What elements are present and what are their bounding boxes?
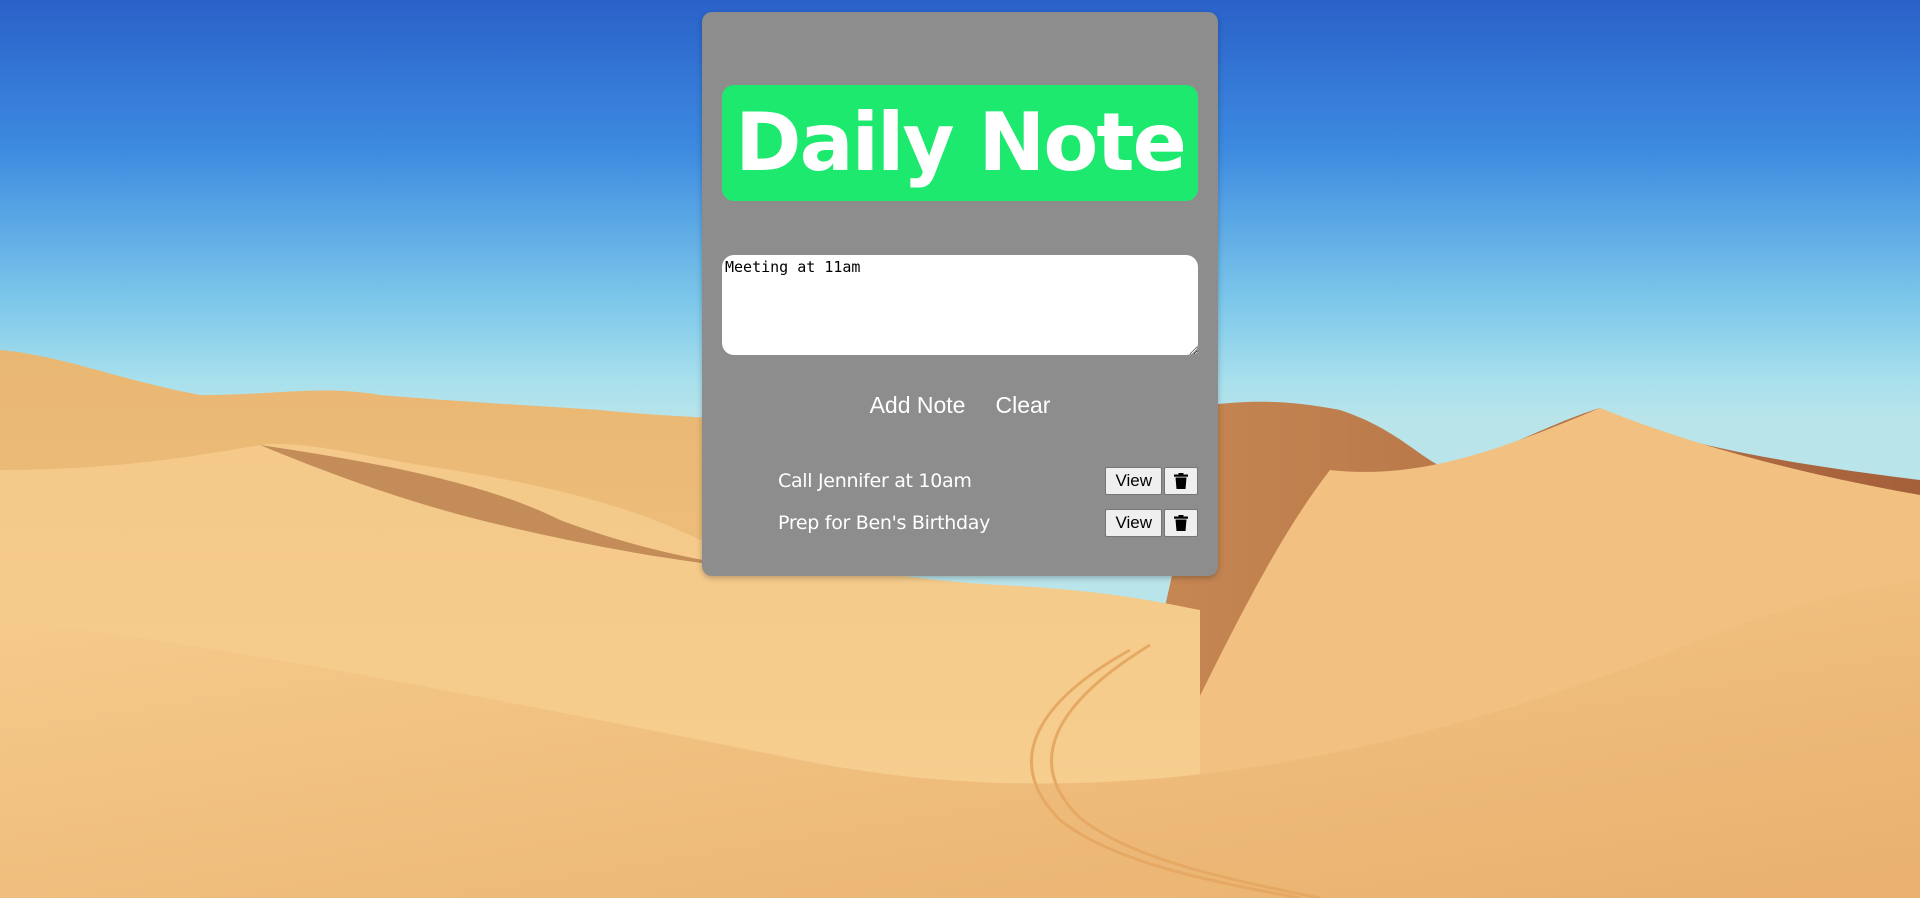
- view-button[interactable]: View: [1105, 467, 1162, 495]
- app-title: Daily Note: [735, 96, 1187, 189]
- note-text: Prep for Ben's Birthday: [778, 512, 991, 534]
- view-button[interactable]: View: [1105, 509, 1162, 537]
- trash-icon: [1174, 515, 1188, 531]
- note-card: Daily Note Meeting at 11am Add Note Clea…: [702, 12, 1218, 576]
- delete-button[interactable]: [1164, 509, 1198, 537]
- list-item: Call Jennifer at 10am View: [778, 460, 1198, 502]
- note-input[interactable]: Meeting at 11am: [722, 255, 1198, 355]
- app-window: Daily Note Meeting at 11am Add Note Clea…: [0, 0, 1920, 898]
- clear-button[interactable]: Clear: [995, 392, 1050, 419]
- trash-icon: [1174, 473, 1188, 489]
- notes-list: Call Jennifer at 10am View Prep for Ben'…: [778, 460, 1198, 544]
- add-note-button[interactable]: Add Note: [870, 392, 966, 419]
- list-item: Prep for Ben's Birthday View: [778, 502, 1198, 544]
- delete-button[interactable]: [1164, 467, 1198, 495]
- action-bar: Add Note Clear: [702, 392, 1218, 419]
- note-text: Call Jennifer at 10am: [778, 470, 972, 492]
- title-banner: Daily Note: [722, 85, 1198, 201]
